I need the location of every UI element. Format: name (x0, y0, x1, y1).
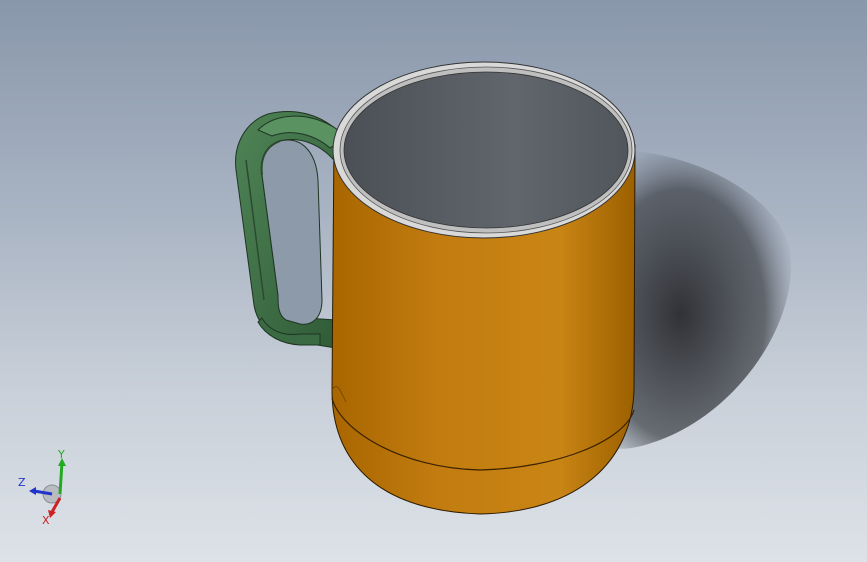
graphics-viewport[interactable]: Y Z X (0, 0, 867, 562)
triad-z-label: Z (18, 476, 26, 489)
triad-y-label: Y (57, 448, 65, 461)
view-triad[interactable]: Y Z X (12, 448, 74, 528)
mug-handle[interactable] (235, 111, 343, 349)
mug-body[interactable] (331, 61, 636, 515)
model-scene[interactable] (0, 0, 867, 562)
triad-x-label: X (42, 514, 50, 527)
cup-interior (343, 71, 629, 229)
triad-y-axis (58, 461, 64, 495)
triad-z-arrow (29, 487, 36, 495)
